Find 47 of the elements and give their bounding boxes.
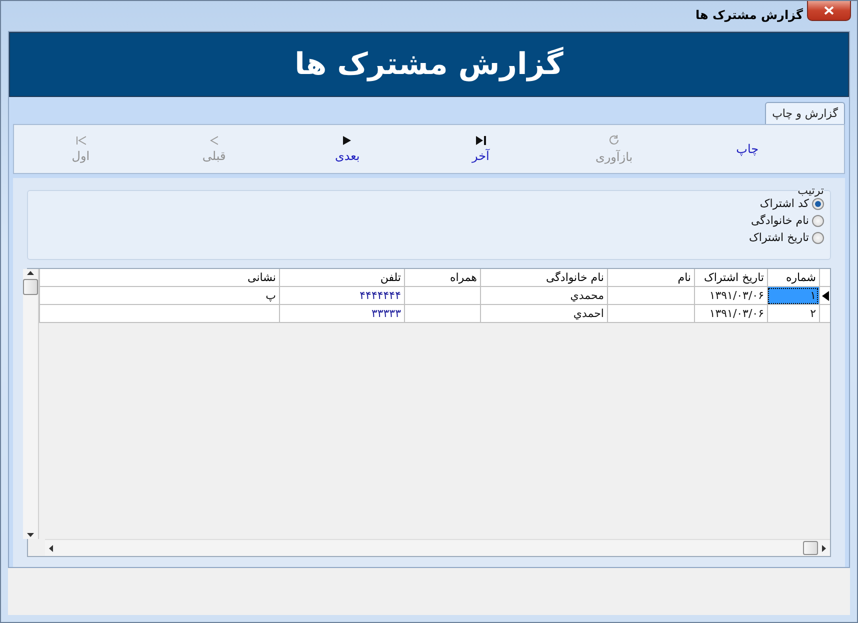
- scroll-left-icon[interactable]: [49, 544, 53, 552]
- tab[interactable]: گزارش و چاپ: [765, 102, 845, 124]
- table-cell: ۴۴۴۴۴۴۴: [279, 287, 404, 305]
- play-icon: [343, 136, 352, 144]
- skip-to-end-icon: [476, 136, 486, 144]
- current-row-icon: [822, 290, 828, 300]
- table-cell: محمدي: [480, 287, 607, 305]
- toolbar-button[interactable]: چاپ: [680, 127, 814, 171]
- radio-button[interactable]: [812, 232, 824, 244]
- column-header[interactable]: تلفن: [279, 269, 404, 287]
- row-header[interactable]: [819, 287, 830, 305]
- column-header[interactable]: نام خانوادگی: [480, 269, 607, 287]
- radio-label[interactable]: تاریخ اشتراک: [749, 231, 809, 244]
- window-title: گزارش مشترک ها: [696, 8, 803, 22]
- vertical-scrollbar[interactable]: [23, 269, 39, 539]
- column-header[interactable]: تاریخ اشتراک: [694, 269, 767, 287]
- row-header: [819, 269, 830, 287]
- scroll-right-icon[interactable]: [822, 544, 826, 552]
- table-cell: ۱: [767, 287, 819, 305]
- group-title: ترتیب: [798, 184, 824, 197]
- scroll-thumb[interactable]: [803, 541, 818, 555]
- report-title: گزارش مشترک ها: [294, 47, 564, 82]
- table-cell: احمدي: [480, 305, 607, 323]
- horizontal-scrollbar[interactable]: [45, 539, 830, 556]
- close-icon: [824, 6, 834, 15]
- skip-to-start-icon: [76, 136, 86, 144]
- radio-label[interactable]: کد اشتراک: [760, 197, 809, 210]
- column-header[interactable]: نشانی: [39, 269, 279, 287]
- radio-label[interactable]: نام خانوادگی: [751, 214, 809, 227]
- column-header[interactable]: همراه: [404, 269, 480, 287]
- scroll-up-icon[interactable]: [27, 271, 34, 275]
- close-button[interactable]: [807, 1, 851, 21]
- triangle-left-icon: [210, 136, 218, 144]
- table-cell: ۳۳۳۳۳: [279, 305, 404, 323]
- table-cell: ۱۳۹۱/۰۳/۰۶: [694, 305, 767, 323]
- radio-button[interactable]: [812, 198, 824, 210]
- refresh-icon: [608, 134, 620, 146]
- scroll-thumb[interactable]: [23, 279, 38, 295]
- toolbar-button[interactable]: بعدی: [280, 127, 414, 171]
- toolbar-button[interactable]: آخر: [414, 127, 548, 171]
- radio-button[interactable]: [812, 214, 824, 226]
- table-cell: ۱۳۹۱/۰۳/۰۶: [694, 287, 767, 305]
- table-cell: ۲: [767, 305, 819, 323]
- table-cell: پ: [39, 287, 279, 305]
- column-header[interactable]: شماره: [767, 269, 819, 287]
- column-header[interactable]: نام: [607, 269, 694, 287]
- scroll-down-icon[interactable]: [27, 533, 34, 537]
